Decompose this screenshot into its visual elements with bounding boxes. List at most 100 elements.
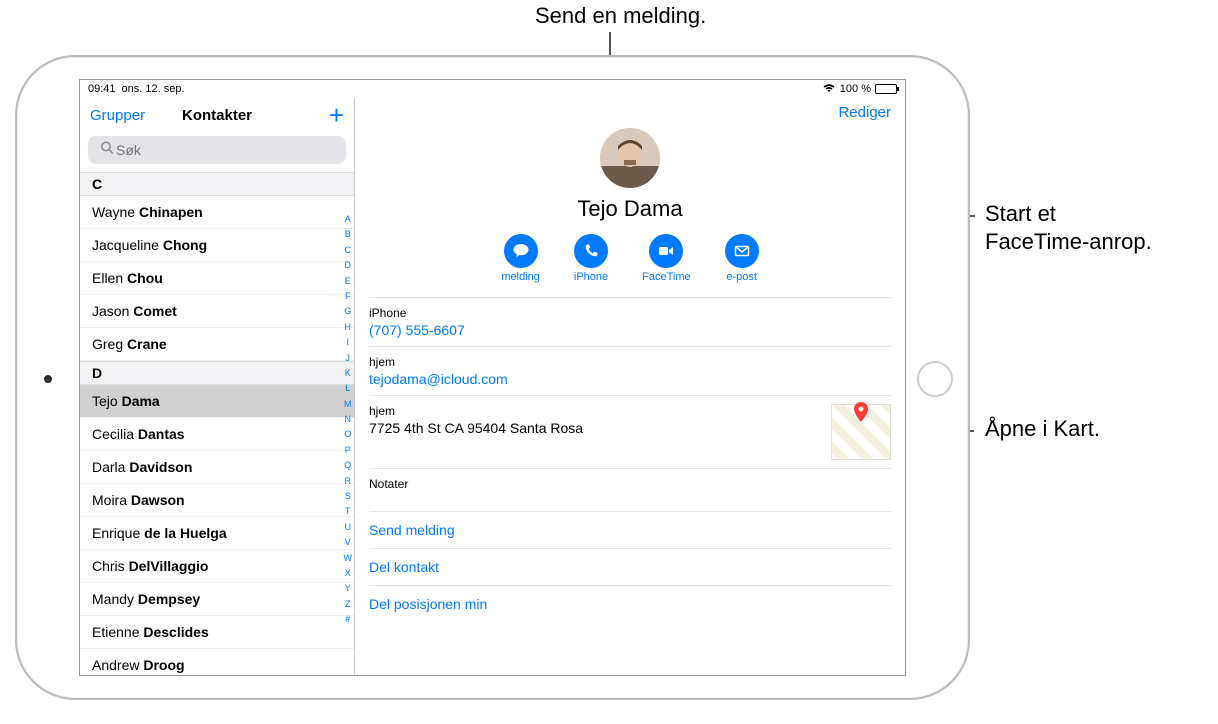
index-letter[interactable]: S	[344, 489, 353, 503]
contact-last-name: DelVillaggio	[129, 558, 209, 574]
index-letter[interactable]: K	[344, 366, 353, 380]
send-message-link[interactable]: Send melding	[369, 511, 891, 548]
index-letter[interactable]: R	[344, 474, 353, 488]
index-letter[interactable]: #	[344, 612, 353, 626]
contact-last-name: Crane	[127, 336, 167, 352]
section-header: D	[80, 361, 354, 385]
index-letter[interactable]: B	[344, 227, 353, 241]
phone-label: iPhone	[369, 306, 891, 320]
phone-value: (707) 555-6607	[369, 322, 891, 338]
edit-button[interactable]: Rediger	[838, 104, 891, 121]
contact-card: Rediger	[355, 98, 905, 675]
contact-first-name: Mandy	[92, 591, 138, 607]
contact-row[interactable]: Jacqueline Chong	[80, 229, 354, 262]
contact-last-name: Dempsey	[138, 591, 200, 607]
phone-row[interactable]: iPhone (707) 555-6607	[369, 297, 891, 346]
wifi-icon	[822, 83, 836, 96]
contact-last-name: Desclides	[143, 624, 208, 640]
index-letter[interactable]: D	[344, 258, 353, 272]
contact-row[interactable]: Enrique de la Huelga	[80, 517, 354, 550]
index-letter[interactable]: H	[344, 320, 353, 334]
contact-row[interactable]: Wayne Chinapen	[80, 196, 354, 229]
index-letter[interactable]: U	[344, 520, 353, 534]
battery-icon	[875, 84, 897, 94]
contact-last-name: Chinapen	[139, 204, 203, 220]
contact-first-name: Greg	[92, 336, 127, 352]
contact-row[interactable]: Chris DelVillaggio	[80, 550, 354, 583]
contact-first-name: Moira	[92, 492, 131, 508]
notes-label: Notater	[369, 477, 891, 491]
contacts-list[interactable]: CWayne ChinapenJacqueline ChongEllen Cho…	[80, 172, 354, 675]
contact-first-name: Chris	[92, 558, 129, 574]
address-label: hjem	[369, 404, 583, 418]
index-letter[interactable]: L	[344, 381, 353, 395]
index-letter[interactable]: G	[344, 304, 353, 318]
index-letter[interactable]: E	[344, 274, 353, 288]
index-letter[interactable]: J	[344, 351, 353, 365]
index-letter[interactable]: Y	[344, 581, 353, 595]
section-header: C	[80, 172, 354, 196]
contact-last-name: Dama	[122, 393, 160, 409]
message-label: melding	[501, 271, 540, 283]
contact-row[interactable]: Etienne Desclides	[80, 616, 354, 649]
share-contact-link[interactable]: Del kontakt	[369, 548, 891, 585]
message-button[interactable]: melding	[501, 234, 540, 283]
contacts-sidebar: Grupper Kontakter + CWayne ChinapenJacqu…	[80, 98, 355, 675]
index-letter[interactable]: Z	[344, 597, 353, 611]
contact-first-name: Jason	[92, 303, 133, 319]
email-label: e-post	[726, 271, 757, 283]
email-row[interactable]: hjem tejodama@icloud.com	[369, 346, 891, 395]
callout-facetime-line1: Start et	[985, 200, 1056, 229]
index-letter[interactable]: I	[344, 335, 353, 349]
status-bar: 09:41 ons. 12. sep. 100 %	[80, 80, 905, 98]
contact-last-name: de la Huelga	[144, 525, 226, 541]
contact-last-name: Dawson	[131, 492, 185, 508]
index-letter[interactable]: P	[344, 443, 353, 457]
email-button[interactable]: e-post	[725, 234, 759, 283]
index-letter[interactable]: X	[344, 566, 353, 580]
contact-first-name: Cecilia	[92, 426, 138, 442]
contact-last-name: Chong	[163, 237, 207, 253]
index-letter[interactable]: V	[344, 535, 353, 549]
contact-first-name: Darla	[92, 459, 129, 475]
search-input[interactable]	[88, 136, 346, 164]
callout-facetime-line2: FaceTime-anrop.	[985, 228, 1152, 257]
contact-row[interactable]: Mandy Dempsey	[80, 583, 354, 616]
message-icon	[504, 234, 538, 268]
camera-dot	[44, 375, 52, 383]
map-thumbnail[interactable]	[831, 404, 891, 460]
index-letter[interactable]: O	[344, 427, 353, 441]
contact-row[interactable]: Andrew Droog	[80, 649, 354, 675]
index-strip[interactable]: ABCDEFGHIJKLMNOPQRSTUVWXYZ#	[344, 212, 353, 627]
contact-first-name: Etienne	[92, 624, 143, 640]
contact-first-name: Andrew	[92, 657, 143, 673]
index-letter[interactable]: W	[344, 551, 353, 565]
contact-first-name: Enrique	[92, 525, 144, 541]
contact-row[interactable]: Greg Crane	[80, 328, 354, 361]
contact-row[interactable]: Darla Davidson	[80, 451, 354, 484]
facetime-button[interactable]: FaceTime	[642, 234, 691, 283]
screen: 09:41 ons. 12. sep. 100 % Grupper Kontak…	[79, 79, 906, 676]
map-pin-icon	[854, 402, 868, 427]
contact-row[interactable]: Ellen Chou	[80, 262, 354, 295]
call-label: iPhone	[574, 271, 608, 283]
share-location-link[interactable]: Del posisjonen min	[369, 585, 891, 622]
call-button[interactable]: iPhone	[574, 234, 608, 283]
contacts-title: Kontakter	[80, 107, 354, 124]
index-letter[interactable]: T	[344, 504, 353, 518]
index-letter[interactable]: Q	[344, 458, 353, 472]
avatar	[600, 128, 660, 188]
home-button[interactable]	[917, 361, 953, 397]
index-letter[interactable]: M	[344, 397, 353, 411]
address-row[interactable]: hjem 7725 4th St CA 95404 Santa Rosa	[369, 395, 891, 468]
email-value: tejodama@icloud.com	[369, 371, 891, 387]
index-letter[interactable]: F	[344, 289, 353, 303]
contact-row[interactable]: Jason Comet	[80, 295, 354, 328]
contact-row[interactable]: Cecilia Dantas	[80, 418, 354, 451]
index-letter[interactable]: C	[344, 243, 353, 257]
contact-row[interactable]: Moira Dawson	[80, 484, 354, 517]
index-letter[interactable]: N	[344, 412, 353, 426]
contact-row[interactable]: Tejo Dama	[80, 385, 354, 418]
notes-row[interactable]: Notater	[369, 468, 891, 511]
index-letter[interactable]: A	[344, 212, 353, 226]
